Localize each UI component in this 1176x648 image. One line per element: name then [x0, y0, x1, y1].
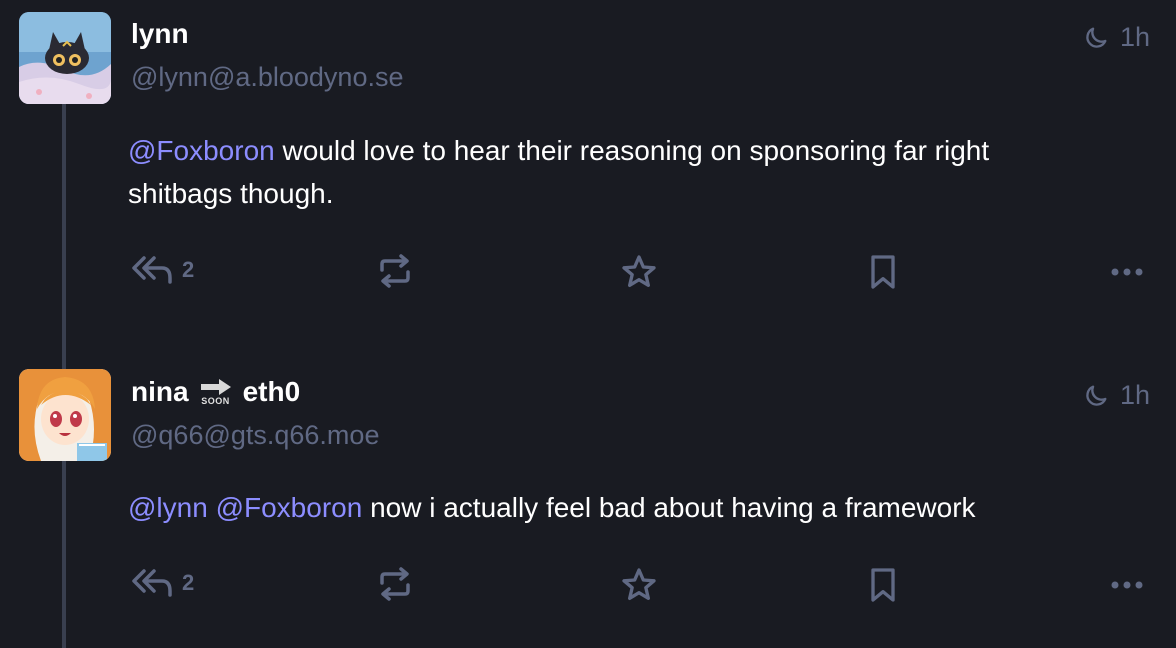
account-handle[interactable]: @q66@gts.q66.moe [131, 420, 379, 451]
boost-button[interactable] [376, 565, 414, 603]
soon-arrow-icon [200, 379, 231, 395]
more-icon [1111, 581, 1143, 589]
status-text: now i actually feel bad about having a f… [362, 492, 976, 523]
bookmark-icon [871, 568, 895, 602]
avatar[interactable] [19, 369, 111, 461]
display-name[interactable]: lynn [131, 18, 189, 50]
mention-link[interactable]: @Foxboron [216, 492, 363, 523]
status-actions: 2 [0, 252, 1176, 292]
star-icon [622, 568, 656, 600]
account-handle[interactable]: @lynn@a.bloodyno.se [131, 62, 403, 93]
reply-all-icon [132, 569, 172, 597]
favourite-button[interactable] [619, 565, 659, 605]
boost-button[interactable] [376, 252, 414, 290]
replies-count: 2 [182, 570, 195, 595]
mention-link[interactable]: @Foxboron [128, 135, 275, 166]
reply-button[interactable]: 2 [130, 565, 194, 601]
display-name-text: lynn [131, 18, 189, 49]
favourite-button[interactable] [619, 252, 659, 292]
more-button[interactable] [1110, 252, 1144, 292]
status-item[interactable]: nina SOON eth0 @q66@gts.q66.moe 1h @lynn… [0, 320, 1176, 648]
status-content: @lynn @Foxboron now i actually feel bad … [128, 486, 1128, 529]
time-text: 1h [1119, 380, 1150, 410]
time-text: 1h [1119, 22, 1150, 52]
moon-icon [1086, 27, 1107, 48]
more-button[interactable] [1110, 565, 1144, 605]
reply-all-icon [132, 256, 172, 284]
status-time[interactable]: 1h [1082, 22, 1150, 53]
bookmark-icon [871, 255, 895, 289]
status-actions: 2 [0, 565, 1176, 605]
soon-arrow-emoji: SOON [199, 378, 233, 406]
status-item[interactable]: lynn @lynn@a.bloodyno.se 1h @Foxboron wo… [0, 0, 1176, 320]
moon-icon [1086, 385, 1107, 406]
cat-peeking-avatar [19, 12, 111, 104]
status-content: @Foxboron would love to hear their reaso… [128, 129, 1128, 215]
replies-count: 2 [182, 257, 195, 282]
display-name-text: nina [131, 376, 189, 407]
bookmark-button[interactable] [866, 252, 900, 292]
display-name[interactable]: nina SOON eth0 [131, 376, 300, 408]
display-name-text: eth0 [242, 376, 301, 407]
boost-icon [380, 567, 410, 601]
more-icon [1111, 268, 1143, 276]
status-text: shitbags though. [128, 178, 334, 209]
emoji-caption: SOON [201, 396, 230, 406]
anime-girl-avatar [19, 369, 111, 461]
boost-icon [380, 254, 410, 288]
bookmark-button[interactable] [866, 565, 900, 605]
reply-button[interactable]: 2 [130, 252, 194, 288]
star-icon [622, 255, 656, 287]
mention-link[interactable]: @lynn [128, 492, 208, 523]
status-text: would love to hear their reasoning on sp… [274, 135, 990, 166]
status-time[interactable]: 1h [1082, 380, 1150, 411]
avatar[interactable] [19, 12, 111, 104]
